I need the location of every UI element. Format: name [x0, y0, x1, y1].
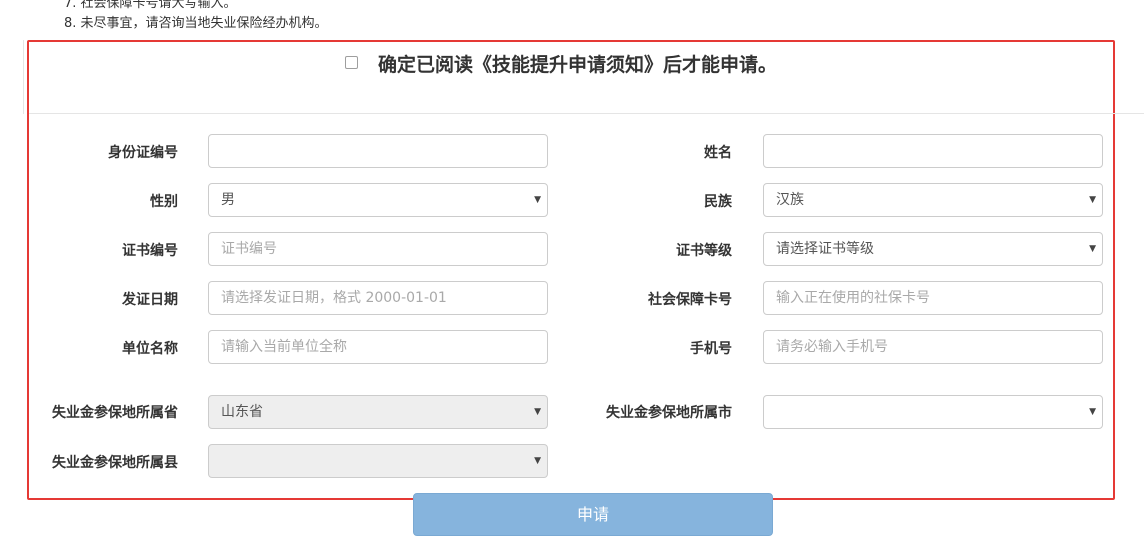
- application-page: 7. 社会保障卡号请大写输入。 8. 未尽事宜，请咨询当地失业保险经办机构。 确…: [0, 0, 1144, 536]
- chevron-down-icon: ▼: [1089, 244, 1096, 254]
- chevron-down-icon: ▼: [534, 195, 541, 205]
- cert-number-input[interactable]: 证书编号: [208, 232, 548, 266]
- notice-list: 7. 社会保障卡号请大写输入。 8. 未尽事宜，请咨询当地失业保险经办机构。: [64, 0, 328, 34]
- cert-number-label: 证书编号: [122, 243, 178, 259]
- social-card-label: 社会保障卡号: [648, 292, 732, 308]
- phone-input[interactable]: 请务必输入手机号: [763, 330, 1103, 364]
- province-select[interactable]: 山东省 ▼: [208, 395, 548, 429]
- section-divider: [29, 113, 1144, 114]
- submit-button[interactable]: 申请: [413, 493, 773, 536]
- agreement-checkbox[interactable]: [345, 56, 358, 69]
- cert-level-select[interactable]: 请选择证书等级 ▼: [763, 232, 1103, 266]
- ethnicity-label: 民族: [704, 194, 732, 210]
- chevron-down-icon: ▼: [1089, 407, 1096, 417]
- province-label: 失业金参保地所属省: [52, 405, 178, 421]
- issue-date-input[interactable]: 请选择发证日期，格式 2000-01-01: [208, 281, 548, 315]
- gender-label: 性别: [150, 194, 178, 210]
- ethnicity-select-value: 汉族: [776, 192, 804, 208]
- name-label: 姓名: [704, 145, 732, 161]
- chevron-down-icon: ▼: [534, 456, 541, 466]
- city-select[interactable]: ▼: [763, 395, 1103, 429]
- phone-label: 手机号: [690, 341, 732, 357]
- notice-item-8: 8. 未尽事宜，请咨询当地失业保险经办机构。: [64, 16, 328, 31]
- employer-label: 单位名称: [122, 341, 178, 357]
- name-input[interactable]: [763, 134, 1103, 168]
- gender-select[interactable]: 男 ▼: [208, 183, 548, 217]
- highlight-box: [27, 40, 1115, 500]
- city-label: 失业金参保地所属市: [606, 405, 732, 421]
- county-select[interactable]: ▼: [208, 444, 548, 478]
- agreement-row: 确定已阅读《技能提升申请须知》后才能申请。: [0, 46, 1144, 82]
- id-number-label: 身份证编号: [108, 145, 178, 161]
- agreement-text: 确定已阅读《技能提升申请须知》后才能申请。: [378, 54, 778, 76]
- issue-date-label: 发证日期: [122, 292, 178, 308]
- notice-item-7: 7. 社会保障卡号请大写输入。: [64, 0, 237, 11]
- ethnicity-select[interactable]: 汉族 ▼: [763, 183, 1103, 217]
- chevron-down-icon: ▼: [534, 407, 541, 417]
- employer-input[interactable]: 请输入当前单位全称: [208, 330, 548, 364]
- cert-level-label: 证书等级: [676, 243, 732, 259]
- chevron-down-icon: ▼: [1089, 195, 1096, 205]
- id-number-input[interactable]: [208, 134, 548, 168]
- province-select-value: 山东省: [221, 404, 263, 420]
- gender-select-value: 男: [221, 192, 235, 208]
- county-label: 失业金参保地所属县: [52, 455, 178, 471]
- social-card-input[interactable]: 输入正在使用的社保卡号: [763, 281, 1103, 315]
- cert-level-select-value: 请选择证书等级: [776, 241, 874, 257]
